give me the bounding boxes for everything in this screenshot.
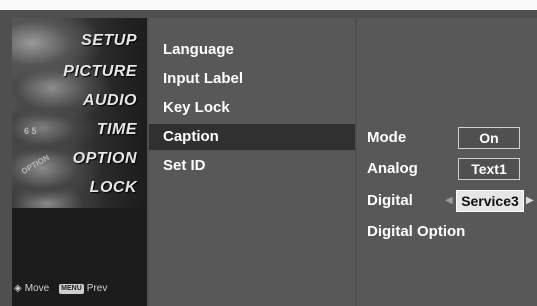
menu-item-set-id[interactable]: Set ID [163,153,206,179]
move-icon: ◈ [14,283,22,294]
chevron-left-icon[interactable]: ◀ [445,190,453,212]
category-audio[interactable]: AUDIO [83,89,137,113]
option-menu-panel: Language Input Label Key Lock Caption Se… [149,18,355,306]
menu-item-key-lock[interactable]: Key Lock [163,95,230,121]
caption-digital-value[interactable]: Service3 [456,190,524,212]
category-option[interactable]: OPTION [73,147,137,171]
navigation-hint: ◈ Move MENU Prev [14,283,107,294]
caption-submenu-panel: Mode On Analog Text1 Digital ◀ Service3 … [357,18,537,306]
osd-menu: 6 5 OPTION SETUP PICTURE AUDIO TIME OPTI… [0,10,537,306]
chevron-right-icon[interactable]: ▶ [526,190,534,212]
category-time[interactable]: TIME [97,118,137,142]
caption-digital-label: Digital [367,192,413,209]
caption-analog-label: Analog [367,160,418,177]
category-picture[interactable]: PICTURE [63,60,137,84]
menu-item-caption[interactable]: Caption [149,124,355,150]
menu-item-input-label[interactable]: Input Label [163,66,243,92]
menu-key-icon: MENU [59,284,84,294]
prev-label: Prev [86,283,108,294]
category-panel: 6 5 OPTION SETUP PICTURE AUDIO TIME OPTI… [12,18,147,306]
category-setup[interactable]: SETUP [81,29,137,53]
time-digits-decoration: 6 5 [24,126,37,136]
caption-analog-value[interactable]: Text1 [458,158,520,180]
category-lock[interactable]: LOCK [90,176,137,200]
menu-item-language[interactable]: Language [163,37,234,63]
caption-mode-label: Mode [367,129,407,146]
move-label: Move [24,283,50,294]
caption-mode-value[interactable]: On [458,127,520,149]
tv-screen: 6 5 OPTION SETUP PICTURE AUDIO TIME OPTI… [0,0,537,306]
digital-option-label[interactable]: Digital Option [367,221,465,243]
